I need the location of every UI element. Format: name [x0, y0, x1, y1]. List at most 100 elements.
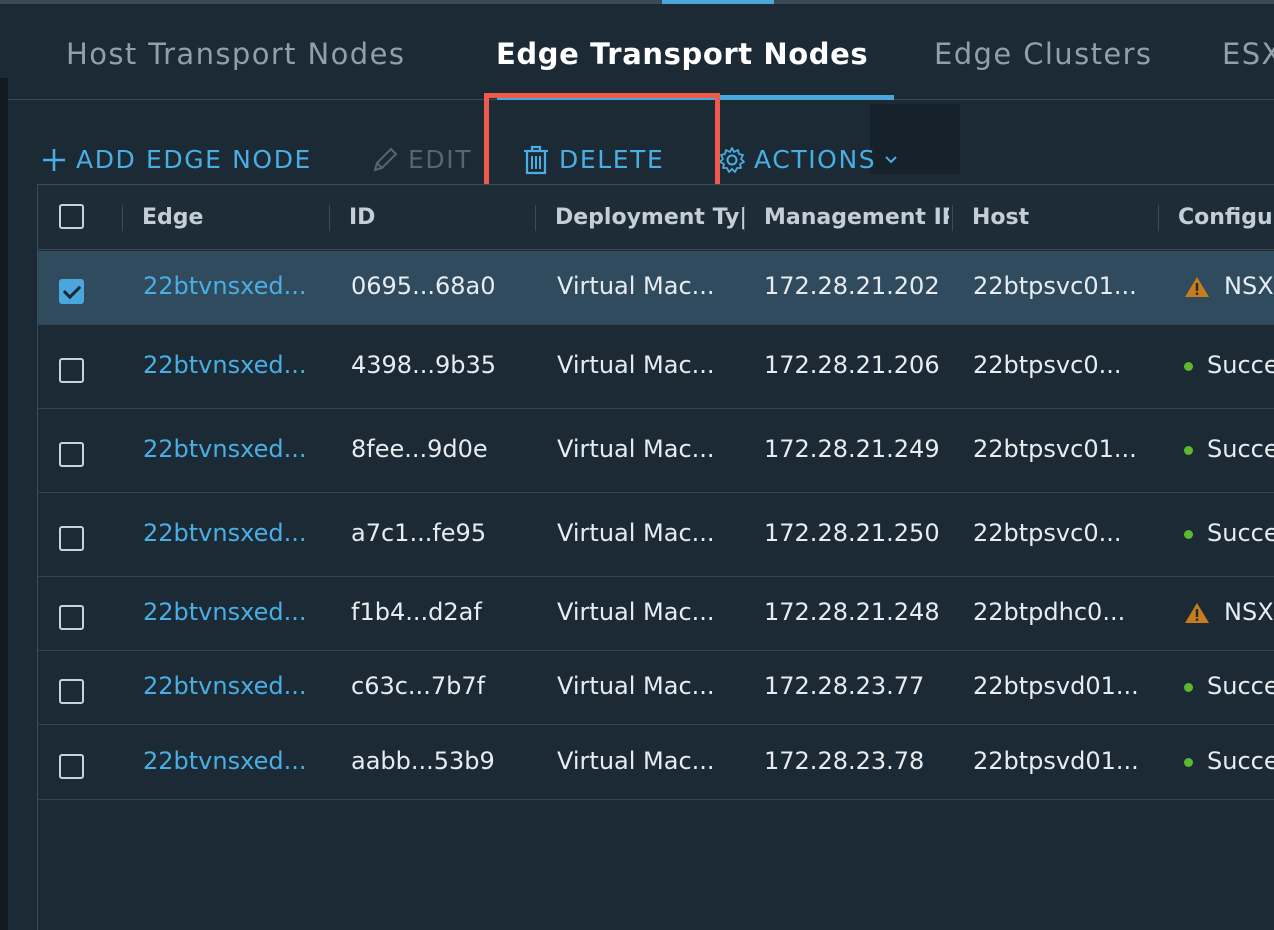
left-frame	[0, 78, 8, 930]
row-checkbox[interactable]	[59, 679, 84, 704]
status-label: Succe	[1207, 747, 1274, 775]
status-label: Succe	[1207, 519, 1274, 547]
active-tab-indicator	[497, 95, 894, 100]
select-all-checkbox[interactable]	[59, 204, 84, 229]
success-dot-icon	[1184, 757, 1193, 767]
success-dot-icon	[1184, 529, 1193, 539]
column-separator	[122, 205, 123, 231]
column-separator	[952, 205, 953, 231]
success-dot-icon	[1184, 361, 1193, 371]
deployment-type: Virtual Mac...	[557, 672, 715, 700]
add-edge-node-button[interactable]: ADD EDGE NODE	[40, 140, 312, 180]
deployment-type: Virtual Mac...	[557, 747, 715, 775]
edge-name-link[interactable]: 22btvnsxed...	[143, 747, 313, 775]
row-checkbox[interactable]	[59, 442, 84, 467]
host-name: 22btpdhc0...	[973, 598, 1126, 626]
table-row[interactable]: 22btvnsxed... c63c...7b7f Virtual Mac... 17…	[38, 651, 1274, 725]
edge-name-link[interactable]: 22btvnsxed...	[143, 435, 313, 463]
edge-name-link[interactable]: 22btvnsxed...	[143, 351, 313, 379]
deployment-type: Virtual Mac...	[557, 351, 715, 379]
column-header-id[interactable]: ID	[349, 185, 529, 250]
management-ip: 172.28.23.78	[764, 747, 925, 775]
gear-icon	[719, 147, 745, 173]
delete-button[interactable]: DELETE	[521, 140, 664, 180]
pencil-icon	[373, 147, 398, 172]
actions-label: ACTIONS	[754, 145, 877, 174]
column-header-edge[interactable]: Edge	[142, 185, 322, 250]
tab-bar: Host Transport Nodes Edge Transport Node…	[8, 4, 1274, 100]
actions-dropdown[interactable]: ACTIONS	[718, 140, 906, 180]
edge-name-link[interactable]: 22btvnsxed...	[143, 598, 313, 626]
add-edge-node-label: ADD EDGE NODE	[76, 145, 312, 174]
success-dot-icon	[1184, 445, 1193, 455]
management-ip: 172.28.21.250	[764, 519, 940, 547]
tab-esx[interactable]: ESX	[1222, 34, 1274, 74]
row-checkbox[interactable]	[59, 754, 84, 779]
edge-id: 0695...68a0	[351, 272, 496, 300]
edge-id: 4398...9b35	[351, 351, 497, 379]
column-header-configuration[interactable]: Configu	[1178, 185, 1274, 250]
host-name: 22btpsvc0...	[973, 519, 1122, 547]
success-dot-icon	[1184, 682, 1193, 692]
host-name: 22btpsvc01...	[973, 272, 1137, 300]
configuration-status: NSX	[1184, 598, 1274, 626]
table-row[interactable]: 22btvnsxed... 0695...68a0 Virtual Mac... 17…	[38, 251, 1274, 325]
edge-name-link[interactable]: 22btvnsxed...	[143, 272, 313, 300]
deployment-type: Virtual Mac...	[557, 272, 715, 300]
column-header-host[interactable]: Host	[972, 185, 1152, 250]
edge-id: a7c1...fe95	[351, 519, 487, 547]
host-name: 22btpsvd01...	[973, 672, 1139, 700]
column-separator	[535, 205, 536, 231]
grid-header: Edge ID Deployment Ty| Management IP Hos…	[38, 185, 1274, 250]
deployment-type: Virtual Mac...	[557, 519, 715, 547]
edge-id: 8fee...9d0e	[351, 435, 488, 463]
management-ip: 172.28.21.202	[764, 272, 940, 300]
row-checkbox[interactable]	[59, 358, 84, 383]
tab-host-transport-nodes[interactable]: Host Transport Nodes	[66, 34, 405, 74]
configuration-status: Succe	[1184, 672, 1274, 700]
host-name: 22btpsvc01...	[973, 435, 1137, 463]
configuration-status: Succe	[1184, 519, 1274, 547]
column-separator	[1158, 205, 1159, 231]
status-label: NSX	[1224, 598, 1274, 626]
management-ip: 172.28.21.206	[764, 351, 940, 379]
tab-edge-clusters[interactable]: Edge Clusters	[934, 34, 1152, 74]
edge-id: aabb...53b9	[351, 747, 495, 775]
edge-id: f1b4...d2af	[351, 598, 482, 626]
configuration-status: Succe	[1184, 435, 1274, 463]
delete-label: DELETE	[559, 145, 665, 174]
column-header-deployment-type[interactable]: Deployment Ty|	[555, 185, 745, 250]
warning-icon	[1185, 277, 1209, 297]
status-label: Succe	[1207, 435, 1274, 463]
edit-button[interactable]: EDIT	[370, 140, 472, 180]
status-label: NSX	[1224, 272, 1274, 300]
column-separator	[329, 205, 330, 231]
row-checkbox[interactable]	[59, 605, 84, 630]
edge-nodes-grid: Edge ID Deployment Ty| Management IP Hos…	[37, 184, 1274, 930]
status-label: Succe	[1207, 672, 1274, 700]
edge-name-link[interactable]: 22btvnsxed...	[143, 672, 313, 700]
deployment-type: Virtual Mac...	[557, 598, 715, 626]
column-separator	[744, 205, 745, 231]
table-row[interactable]: 22btvnsxed... aabb...53b9 Virtual Mac... 17…	[38, 725, 1274, 800]
management-ip: 172.28.23.77	[764, 672, 925, 700]
row-checkbox[interactable]	[59, 279, 84, 304]
table-row[interactable]: 22btvnsxed... f1b4...d2af Virtual Mac... 17…	[38, 577, 1274, 651]
table-row[interactable]: 22btvnsxed... 4398...9b35 Virtual Mac... 17…	[38, 325, 1274, 409]
configuration-status: Succe	[1184, 747, 1274, 775]
deployment-type: Virtual Mac...	[557, 435, 715, 463]
warning-icon	[1185, 603, 1209, 623]
tab-edge-transport-nodes[interactable]: Edge Transport Nodes	[496, 34, 868, 74]
configuration-status: Succe	[1184, 351, 1274, 379]
management-ip: 172.28.21.249	[764, 435, 940, 463]
row-checkbox[interactable]	[59, 526, 84, 551]
table-row[interactable]: 22btvnsxed... 8fee...9d0e Virtual Mac... 17…	[38, 409, 1274, 493]
plus-icon	[43, 149, 65, 171]
host-name: 22btpsvd01...	[973, 747, 1139, 775]
table-row[interactable]: 22btvnsxed... a7c1...fe95 Virtual Mac... 17…	[38, 493, 1274, 577]
edge-name-link[interactable]: 22btvnsxed...	[143, 519, 313, 547]
chevron-down-icon	[885, 156, 897, 164]
column-header-management-ip[interactable]: Management IP	[764, 185, 949, 250]
status-label: Succe	[1207, 351, 1274, 379]
management-ip: 172.28.21.248	[764, 598, 940, 626]
